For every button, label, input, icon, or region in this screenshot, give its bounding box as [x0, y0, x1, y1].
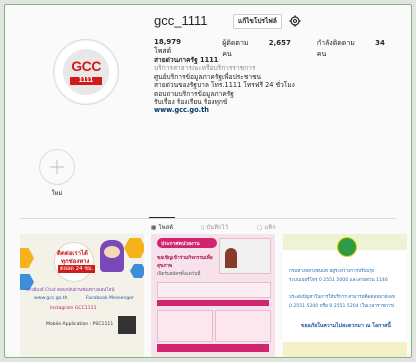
bio-line-4: รับเรื่อง ร้องเรียน ร้องทุกข์	[154, 98, 228, 107]
followers-count: 2,657	[268, 39, 291, 47]
decor-hexagon	[20, 248, 34, 268]
tab-saved-label: บันทึกไว้	[206, 225, 229, 231]
logo-text: GCC	[71, 58, 101, 74]
post3-footer-band	[283, 342, 407, 357]
bio-website-link[interactable]: www.gcc.go.th	[154, 106, 394, 114]
post2-title: ประกาศหน่วยงาน	[161, 241, 200, 247]
post1-line-1: ทางอีเมล์ Chat ตอบกลับผ่านช่องทางออนไลน์	[26, 288, 115, 293]
post3-line-3: ประสบปัญหาในการให้บริการ สามารถติดต่อหมา…	[289, 295, 395, 300]
following-label: กำลังติดตาม	[316, 39, 355, 47]
new-highlight-label: ใหม่	[51, 190, 63, 197]
posts-count: 18,979	[154, 38, 182, 46]
drr-logo	[337, 237, 357, 257]
decor-hexagon	[124, 238, 144, 258]
bio-line-1: ศูนย์บริการข้อมูลภาครัฐเพื่อประชาชน	[154, 72, 262, 81]
logo-number: 1111	[70, 77, 102, 85]
active-tab-indicator	[149, 217, 175, 218]
bookmark-icon: ▯	[201, 225, 205, 231]
posts-label: โพสต์	[154, 47, 172, 55]
post-thumbnail-3[interactable]: กรมทางหลวงชนบท อยู่ระหว่างการปรับปรุง ระ…	[283, 234, 407, 357]
post-thumbnail-2[interactable]: ประกาศหน่วยงาน ขอเชิญเข้าร่วมกิจกรรมเพื่…	[151, 234, 275, 357]
post1-hours: ตลอด 24 ชม.	[58, 265, 96, 273]
post2-box-left	[157, 310, 213, 342]
tab-tagged[interactable]: ▢ แท็ก	[257, 224, 276, 232]
plus-icon	[50, 160, 64, 174]
post2-footer-bar	[157, 344, 269, 352]
post2-photo-person	[225, 248, 237, 268]
edit-profile-button[interactable]: แก้ไขโปรไฟล์	[233, 14, 282, 29]
post1-app: Mobile Application : PSC1111	[46, 322, 114, 327]
tab-posts[interactable]: ▦ โพสต์	[151, 224, 173, 232]
mascot-face	[104, 246, 120, 258]
gcc-logo: GCC 1111	[63, 49, 109, 95]
profile-avatar[interactable]: GCC 1111	[53, 39, 119, 105]
grid-icon: ▦	[151, 225, 157, 231]
post3-line-2: ระบบเบอร์โทร 0 2551 5000 และสายด่วน 1146	[289, 278, 388, 283]
post1-web: www.gcc.go.th	[34, 296, 68, 301]
post1-facebook: Facebook Messenger	[86, 296, 134, 301]
profile-bio: สายด่วนภาครัฐ 1111 บริการสาธารณะหรือบริก…	[154, 56, 394, 115]
bio-name: สายด่วนภาครัฐ 1111	[154, 56, 219, 64]
post3-line-1: กรมทางหลวงชนบท อยู่ระหว่างการปรับปรุง	[289, 269, 375, 274]
post2-line-1: ขอเชิญเข้าร่วมกิจกรรมเพื่อสุขภาพ	[157, 256, 213, 269]
tab-posts-label: โพสต์	[158, 225, 174, 231]
new-highlight-button[interactable]	[39, 149, 75, 185]
tag-icon: ▢	[257, 225, 263, 231]
following-count: 34	[375, 39, 385, 47]
post-thumbnail-1[interactable]: ติดต่อเราได้ ทุกช่องทาง ตลอด 24 ชม. ทางอ…	[20, 234, 144, 357]
tab-saved[interactable]: ▯ บันทึกไว้	[201, 224, 228, 232]
post3-line-4: 0 2551 5200 หรือ 0 2551 5204 (ในเวลาราชก…	[289, 304, 395, 309]
gear-icon[interactable]	[289, 15, 301, 27]
qr-code	[118, 316, 136, 334]
post2-stripe	[157, 300, 269, 306]
post2-box-right	[215, 310, 271, 342]
post2-info-box	[157, 282, 271, 298]
tabs-divider	[20, 218, 396, 219]
decor-hexagon	[130, 264, 144, 278]
profile-username: gcc_1111	[154, 13, 208, 28]
post1-instagram: Instagram GCC1111	[50, 306, 97, 311]
followers-label: ผู้ติดตาม	[222, 39, 249, 47]
instagram-profile-page: GCC 1111 gcc_1111 แก้ไขโปรไฟล์ 18,979 โพ…	[4, 4, 412, 358]
bio-line-3: ตอบถามบริการข้อมูลภาครัฐ	[154, 89, 234, 98]
post2-line-2: เปิดรับสมัครตั้งแต่วันนี้	[157, 272, 201, 277]
bio-line-2: สายด่วนของรัฐบาล โทร.1111 โทรฟรี 24 ชั่ว…	[154, 81, 295, 90]
tab-tagged-label: แท็ก	[264, 225, 276, 231]
bio-category: บริการสาธารณะหรือบริการราชการ	[154, 64, 256, 73]
post3-line-5: ขออภัยในความไม่สะดวกมา ณ โอกาสนี้	[301, 323, 391, 329]
